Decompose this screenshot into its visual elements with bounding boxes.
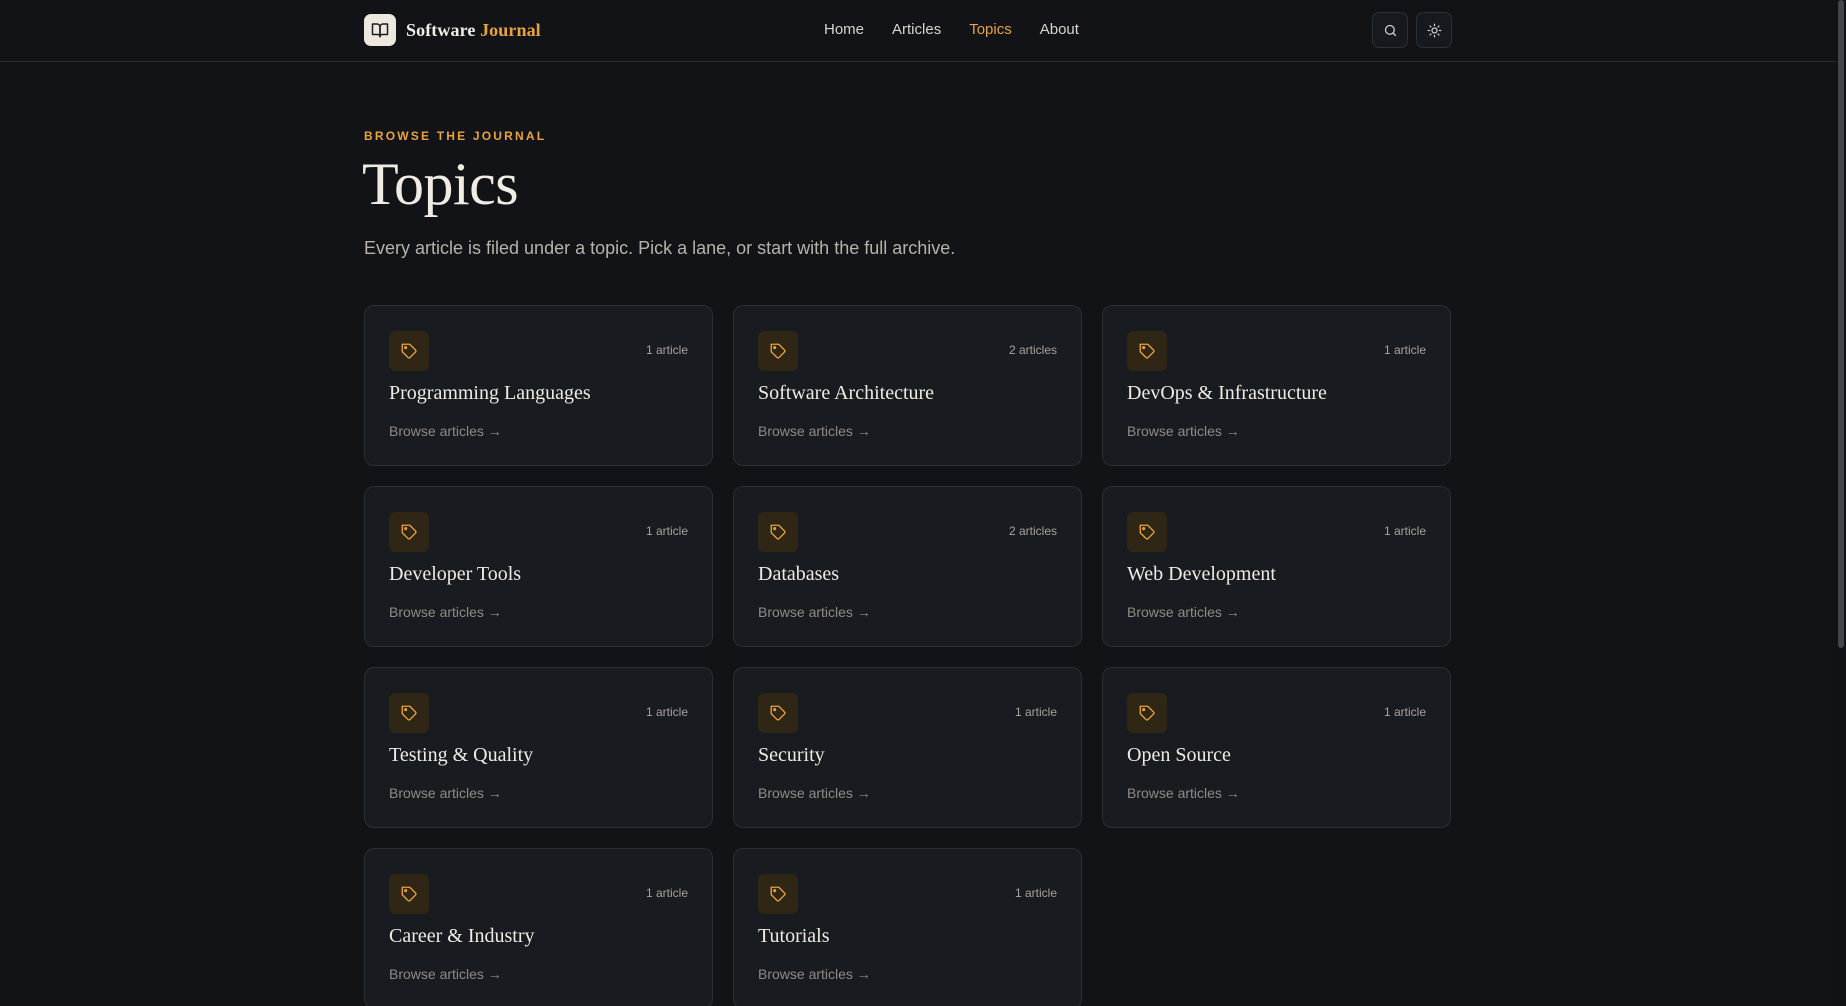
brand-name: Software Journal: [406, 20, 541, 41]
nav-home[interactable]: Home: [824, 21, 864, 38]
topic-title: Tutorials: [758, 925, 830, 947]
topic-article-count: 1 article: [645, 886, 688, 900]
tag-icon-box: [389, 512, 429, 552]
page-title: Topics: [362, 151, 519, 217]
search-icon: [1384, 24, 1396, 36]
topic-title: Programming Languages: [389, 382, 591, 404]
topic-title: DevOps & Infrastructure: [1127, 382, 1327, 404]
topic-article-count: 1 article: [1014, 886, 1057, 900]
tag-icon-box: [389, 331, 429, 371]
brand-name-part1: Software: [406, 19, 476, 40]
browse-articles-link[interactable]: Browse articles →: [758, 966, 871, 982]
browse-articles-link[interactable]: Browse articles →: [758, 423, 871, 439]
topic-article-count: 1 article: [1383, 524, 1426, 538]
tag-icon: [770, 886, 786, 902]
browse-articles-link[interactable]: Browse articles →: [1127, 604, 1240, 620]
topic-title: Web Development: [1127, 563, 1276, 585]
topic-title: Software Architecture: [758, 382, 935, 404]
search-button[interactable]: [1372, 12, 1408, 48]
tag-icon-box: [389, 874, 429, 914]
browse-articles-link[interactable]: Browse articles →: [389, 785, 502, 801]
topic-card[interactable]: 1 article Tutorials Browse articles →: [733, 848, 1082, 1006]
tag-icon: [401, 705, 417, 721]
site-header: Software Journal Home Articles Topics Ab…: [0, 0, 1836, 62]
topic-card[interactable]: 1 article DevOps & Infrastructure Browse…: [1102, 305, 1451, 466]
topic-card[interactable]: 1 article Developer Tools Browse article…: [364, 486, 713, 647]
browse-articles-link[interactable]: Browse articles →: [758, 604, 871, 620]
browse-articles-link[interactable]: Browse articles →: [1127, 785, 1240, 801]
topics-grid: 1 article Programming Languages Browse a…: [364, 305, 1452, 1006]
page: Software Journal Home Articles Topics Ab…: [0, 0, 1846, 1006]
topic-article-count: 2 articles: [1008, 524, 1057, 538]
page-subtitle: Every article is filed under a topic. Pi…: [364, 238, 956, 258]
tag-icon-box: [758, 331, 798, 371]
topic-title: Security: [758, 744, 825, 766]
tag-icon: [1139, 705, 1155, 721]
main-nav: Home Articles Topics About: [824, 21, 1107, 38]
topic-article-count: 1 article: [1383, 343, 1426, 357]
browse-articles-link[interactable]: Browse articles →: [389, 604, 502, 620]
tag-icon: [401, 524, 417, 540]
topic-card[interactable]: 1 article Open Source Browse articles →: [1102, 667, 1451, 828]
browse-articles-link[interactable]: Browse articles →: [758, 785, 871, 801]
topic-article-count: 2 articles: [1008, 343, 1057, 357]
theme-toggle-button[interactable]: [1416, 12, 1452, 48]
tag-icon: [401, 886, 417, 902]
topic-article-count: 1 article: [1383, 705, 1426, 719]
topic-title: Open Source: [1127, 744, 1231, 766]
topic-article-count: 1 article: [1014, 705, 1057, 719]
topic-title: Databases: [758, 563, 840, 585]
topic-title: Developer Tools: [389, 563, 522, 585]
tag-icon-box: [389, 693, 429, 733]
topic-article-count: 1 article: [645, 524, 688, 538]
sun-icon: [1427, 23, 1441, 37]
tag-icon-box: [1127, 331, 1167, 371]
browse-articles-link[interactable]: Browse articles →: [389, 966, 502, 982]
page-scrollbar[interactable]: [1836, 0, 1846, 1006]
book-open-icon: [364, 14, 396, 46]
tag-icon-box: [1127, 512, 1167, 552]
topic-card[interactable]: 1 article Career & Industry Browse artic…: [364, 848, 713, 1006]
tag-icon: [770, 524, 786, 540]
browse-articles-link[interactable]: Browse articles →: [1127, 423, 1240, 439]
topic-title: Career & Industry: [389, 925, 535, 947]
tag-icon-box: [758, 693, 798, 733]
tag-icon: [1139, 524, 1155, 540]
tag-icon-box: [758, 874, 798, 914]
tag-icon: [1139, 343, 1155, 359]
topic-card[interactable]: 2 articles Software Architecture Browse …: [733, 305, 1082, 466]
topic-card[interactable]: 2 articles Databases Browse articles →: [733, 486, 1082, 647]
brand-logo-link[interactable]: Software Journal: [364, 14, 541, 46]
tag-icon: [770, 343, 786, 359]
topic-title: Testing & Quality: [389, 744, 534, 766]
nav-about[interactable]: About: [1040, 21, 1079, 38]
nav-topics[interactable]: Topics: [969, 21, 1012, 38]
topic-article-count: 1 article: [645, 343, 688, 357]
nav-articles[interactable]: Articles: [892, 21, 941, 38]
tag-icon: [770, 705, 786, 721]
brand-name-part2: Journal: [480, 19, 541, 40]
browse-articles-link[interactable]: Browse articles →: [389, 423, 502, 439]
topic-card[interactable]: 1 article Programming Languages Browse a…: [364, 305, 713, 466]
tag-icon: [401, 343, 417, 359]
topic-article-count: 1 article: [645, 705, 688, 719]
hero-eyebrow: BROWSE THE JOURNAL: [364, 129, 547, 143]
topic-card[interactable]: 1 article Security Browse articles →: [733, 667, 1082, 828]
topic-card[interactable]: 1 article Testing & Quality Browse artic…: [364, 667, 713, 828]
tag-icon-box: [1127, 693, 1167, 733]
scrollbar-thumb[interactable]: [1838, 0, 1844, 648]
topic-card[interactable]: 1 article Web Development Browse article…: [1102, 486, 1451, 647]
tag-icon-box: [758, 512, 798, 552]
